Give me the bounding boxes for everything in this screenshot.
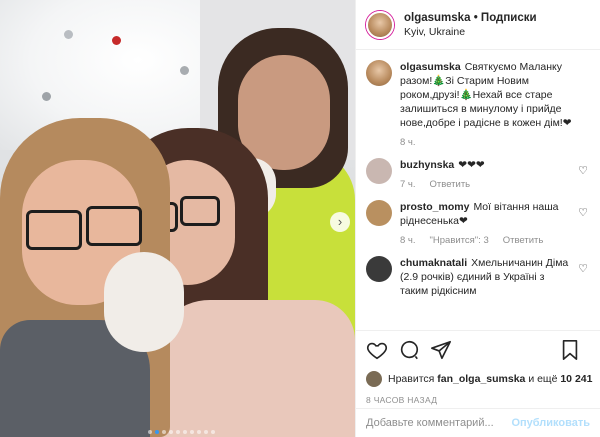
reply-button[interactable]: Ответить bbox=[430, 178, 471, 192]
glasses bbox=[26, 210, 82, 250]
location[interactable]: Kyiv, Ukraine bbox=[404, 25, 537, 39]
publish-button[interactable]: Опубликовать bbox=[511, 417, 590, 429]
carousel-dot bbox=[183, 430, 187, 434]
caption-username[interactable]: olgasumska bbox=[400, 61, 461, 73]
carousel-dots bbox=[148, 430, 215, 434]
author-username[interactable]: olgasumska bbox=[404, 12, 470, 24]
comment-icon[interactable] bbox=[398, 339, 420, 364]
heart-outline-icon[interactable]: ♡ bbox=[576, 164, 590, 192]
avatar[interactable] bbox=[366, 200, 392, 226]
add-comment-bar: Опубликовать bbox=[356, 408, 600, 437]
heart-outline-icon[interactable]: ♡ bbox=[576, 206, 590, 248]
comment-item: prosto_momy Мої вітання наша ріднесенька❤… bbox=[366, 200, 590, 248]
comment-time[interactable]: 8 ч. bbox=[400, 234, 416, 248]
comment-username[interactable]: prosto_momy bbox=[400, 201, 469, 213]
glasses bbox=[180, 196, 220, 226]
caption: olgasumska Святкуємо Маланку разом!🎄Зі Ст… bbox=[366, 60, 590, 150]
comment-text: ❤❤❤ bbox=[458, 159, 485, 171]
avatar[interactable] bbox=[366, 60, 392, 86]
post-photo[interactable]: › bbox=[0, 0, 355, 437]
post-sidebar: olgasumska • Подписки Kyiv, Ukraine olga… bbox=[355, 0, 600, 437]
following-button[interactable]: Подписки bbox=[481, 12, 537, 24]
ornament bbox=[42, 92, 51, 101]
comment-input[interactable] bbox=[366, 417, 512, 429]
share-icon[interactable] bbox=[430, 339, 452, 364]
carousel-dot bbox=[169, 430, 173, 434]
post-header: olgasumska • Подписки Kyiv, Ukraine bbox=[356, 0, 600, 50]
carousel-dot bbox=[155, 430, 159, 434]
chihuahua-dog bbox=[104, 252, 184, 352]
ornament bbox=[180, 66, 189, 75]
heart-icon[interactable] bbox=[366, 339, 388, 364]
carousel-dot bbox=[176, 430, 180, 434]
comment-time[interactable]: 7 ч. bbox=[400, 178, 416, 192]
avatar[interactable] bbox=[366, 10, 394, 39]
avatar[interactable] bbox=[366, 371, 382, 387]
liker-username[interactable]: fan_olga_sumska bbox=[437, 373, 525, 385]
post-date[interactable]: 8 ЧАСОВ НАЗАД bbox=[366, 395, 590, 405]
comment-username[interactable]: buzhynska bbox=[400, 159, 454, 171]
separator: • bbox=[473, 11, 478, 24]
likes-count[interactable]: 10 241 bbox=[560, 373, 592, 385]
likes-middle: и ещё bbox=[528, 373, 558, 385]
avatar[interactable] bbox=[366, 256, 392, 282]
likes-summary: Нравится fan_olga_sumska и ещё 10 241 bbox=[366, 371, 592, 387]
carousel-dot bbox=[204, 430, 208, 434]
bookmark-icon[interactable] bbox=[560, 339, 580, 364]
carousel-dot bbox=[197, 430, 201, 434]
ornament bbox=[112, 36, 121, 45]
comment-likes[interactable]: "Нравится": 3 bbox=[430, 234, 489, 248]
caption-time[interactable]: 8 ч. bbox=[400, 136, 416, 150]
post-actions: Нравится fan_olga_sumska и ещё 10 241 8 … bbox=[356, 330, 600, 405]
heart-outline-icon[interactable]: ♡ bbox=[576, 262, 590, 298]
reply-button[interactable]: Ответить bbox=[503, 234, 544, 248]
comment-item: buzhynska ❤❤❤ 7 ч. Ответить ♡ bbox=[366, 158, 590, 192]
ornament bbox=[64, 30, 73, 39]
chevron-right-icon[interactable]: › bbox=[330, 212, 350, 232]
comment-username[interactable]: chumaknatali bbox=[400, 257, 467, 269]
comment-item: chumaknatali Хмельничанин Діма (2.9 рочкі… bbox=[366, 256, 590, 298]
glasses bbox=[86, 206, 142, 246]
avatar[interactable] bbox=[366, 158, 392, 184]
likes-prefix: Нравится bbox=[388, 373, 435, 385]
carousel-dot bbox=[148, 430, 152, 434]
carousel-dot bbox=[162, 430, 166, 434]
comments-list: olgasumska Святкуємо Маланку разом!🎄Зі Ст… bbox=[356, 60, 600, 325]
carousel-dot bbox=[211, 430, 215, 434]
carousel-dot bbox=[190, 430, 194, 434]
